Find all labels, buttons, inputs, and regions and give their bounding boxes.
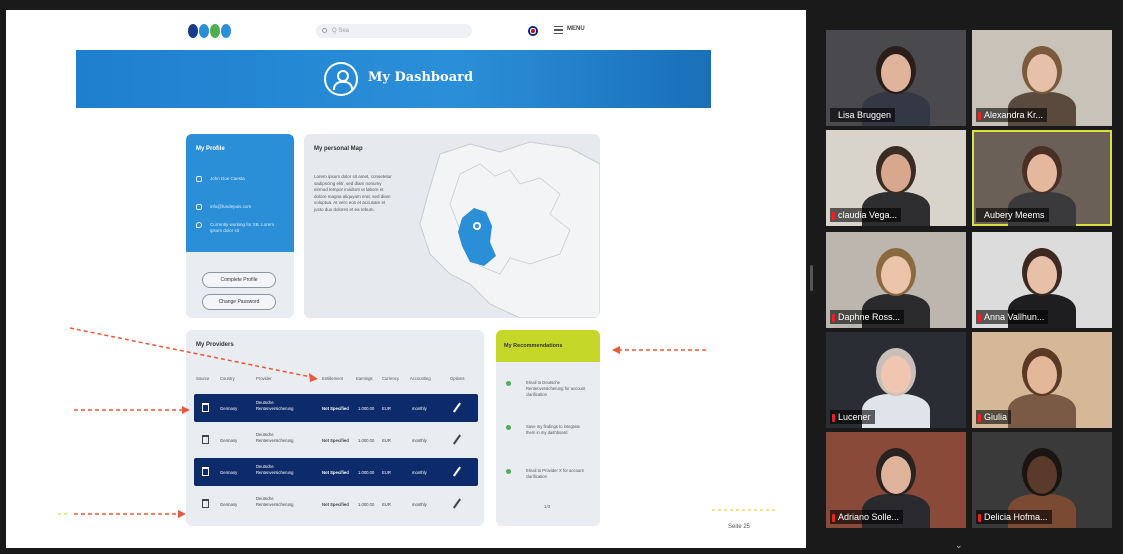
participant-face [1027, 54, 1057, 92]
muted-mic-icon [978, 112, 981, 120]
arrow-head [182, 406, 190, 414]
shared-screen: Q Sea MENU My Dashboard My Profile John … [6, 10, 806, 548]
participant-video-tile[interactable]: Lisa Bruggen [826, 30, 966, 126]
participant-name: Alexandra Kr... [976, 108, 1048, 122]
participant-name: Lisa Bruggen [830, 108, 896, 122]
slide-number: Seite 25 [728, 524, 751, 530]
participant-video-tile[interactable]: Lucener [826, 332, 966, 428]
participant-video-tile[interactable]: Delicia Hofma... [972, 432, 1112, 528]
participant-face [881, 456, 911, 494]
participant-name: claudia Vega... [830, 208, 902, 222]
participant-name: Daphne Ross... [830, 310, 905, 324]
participant-face [881, 154, 911, 192]
arrow-to-entitlement [69, 327, 317, 379]
participant-video-tile[interactable]: Giulia [972, 332, 1112, 428]
muted-mic-icon [832, 212, 835, 220]
participant-face [1027, 356, 1057, 394]
muted-mic-icon [832, 314, 835, 322]
participant-face [1027, 154, 1057, 192]
participant-video-tile[interactable]: claudia Vega... [826, 130, 966, 226]
participant-name: Adriano Solle... [830, 510, 904, 524]
muted-mic-icon [832, 514, 835, 522]
participant-video-tile[interactable]: Alexandra Kr... [972, 30, 1112, 126]
participant-video-tile[interactable]: Adriano Solle... [826, 432, 966, 528]
arrow-head [612, 346, 620, 354]
muted-mic-icon [978, 414, 981, 422]
participant-name: Anna Vallhun... [976, 310, 1049, 324]
participant-video-tile[interactable]: Anna Vallhun... [972, 232, 1112, 328]
participant-video-tile[interactable]: Daphne Ross... [826, 232, 966, 328]
participant-face [1027, 456, 1057, 494]
arrow-head [178, 510, 186, 518]
muted-mic-icon [978, 314, 981, 322]
participant-name: Giulia [976, 410, 1012, 424]
muted-mic-icon [978, 514, 981, 522]
participant-video-tile[interactable]: Aubery Meems [972, 130, 1112, 226]
annotation-arrows [58, 327, 776, 518]
panel-resize-handle[interactable] [810, 265, 813, 291]
participant-face [1027, 256, 1057, 294]
participant-name: Lucener [830, 410, 875, 424]
muted-mic-icon [832, 414, 835, 422]
participant-face [881, 54, 911, 92]
participant-name: Aubery Meems [976, 208, 1049, 222]
chevron-down-icon[interactable]: ⌄ [955, 540, 963, 551]
participant-body [1008, 394, 1076, 428]
participant-face [881, 256, 911, 294]
participant-name: Delicia Hofma... [976, 510, 1052, 524]
arrow-head [309, 373, 318, 382]
participant-face [881, 356, 911, 394]
